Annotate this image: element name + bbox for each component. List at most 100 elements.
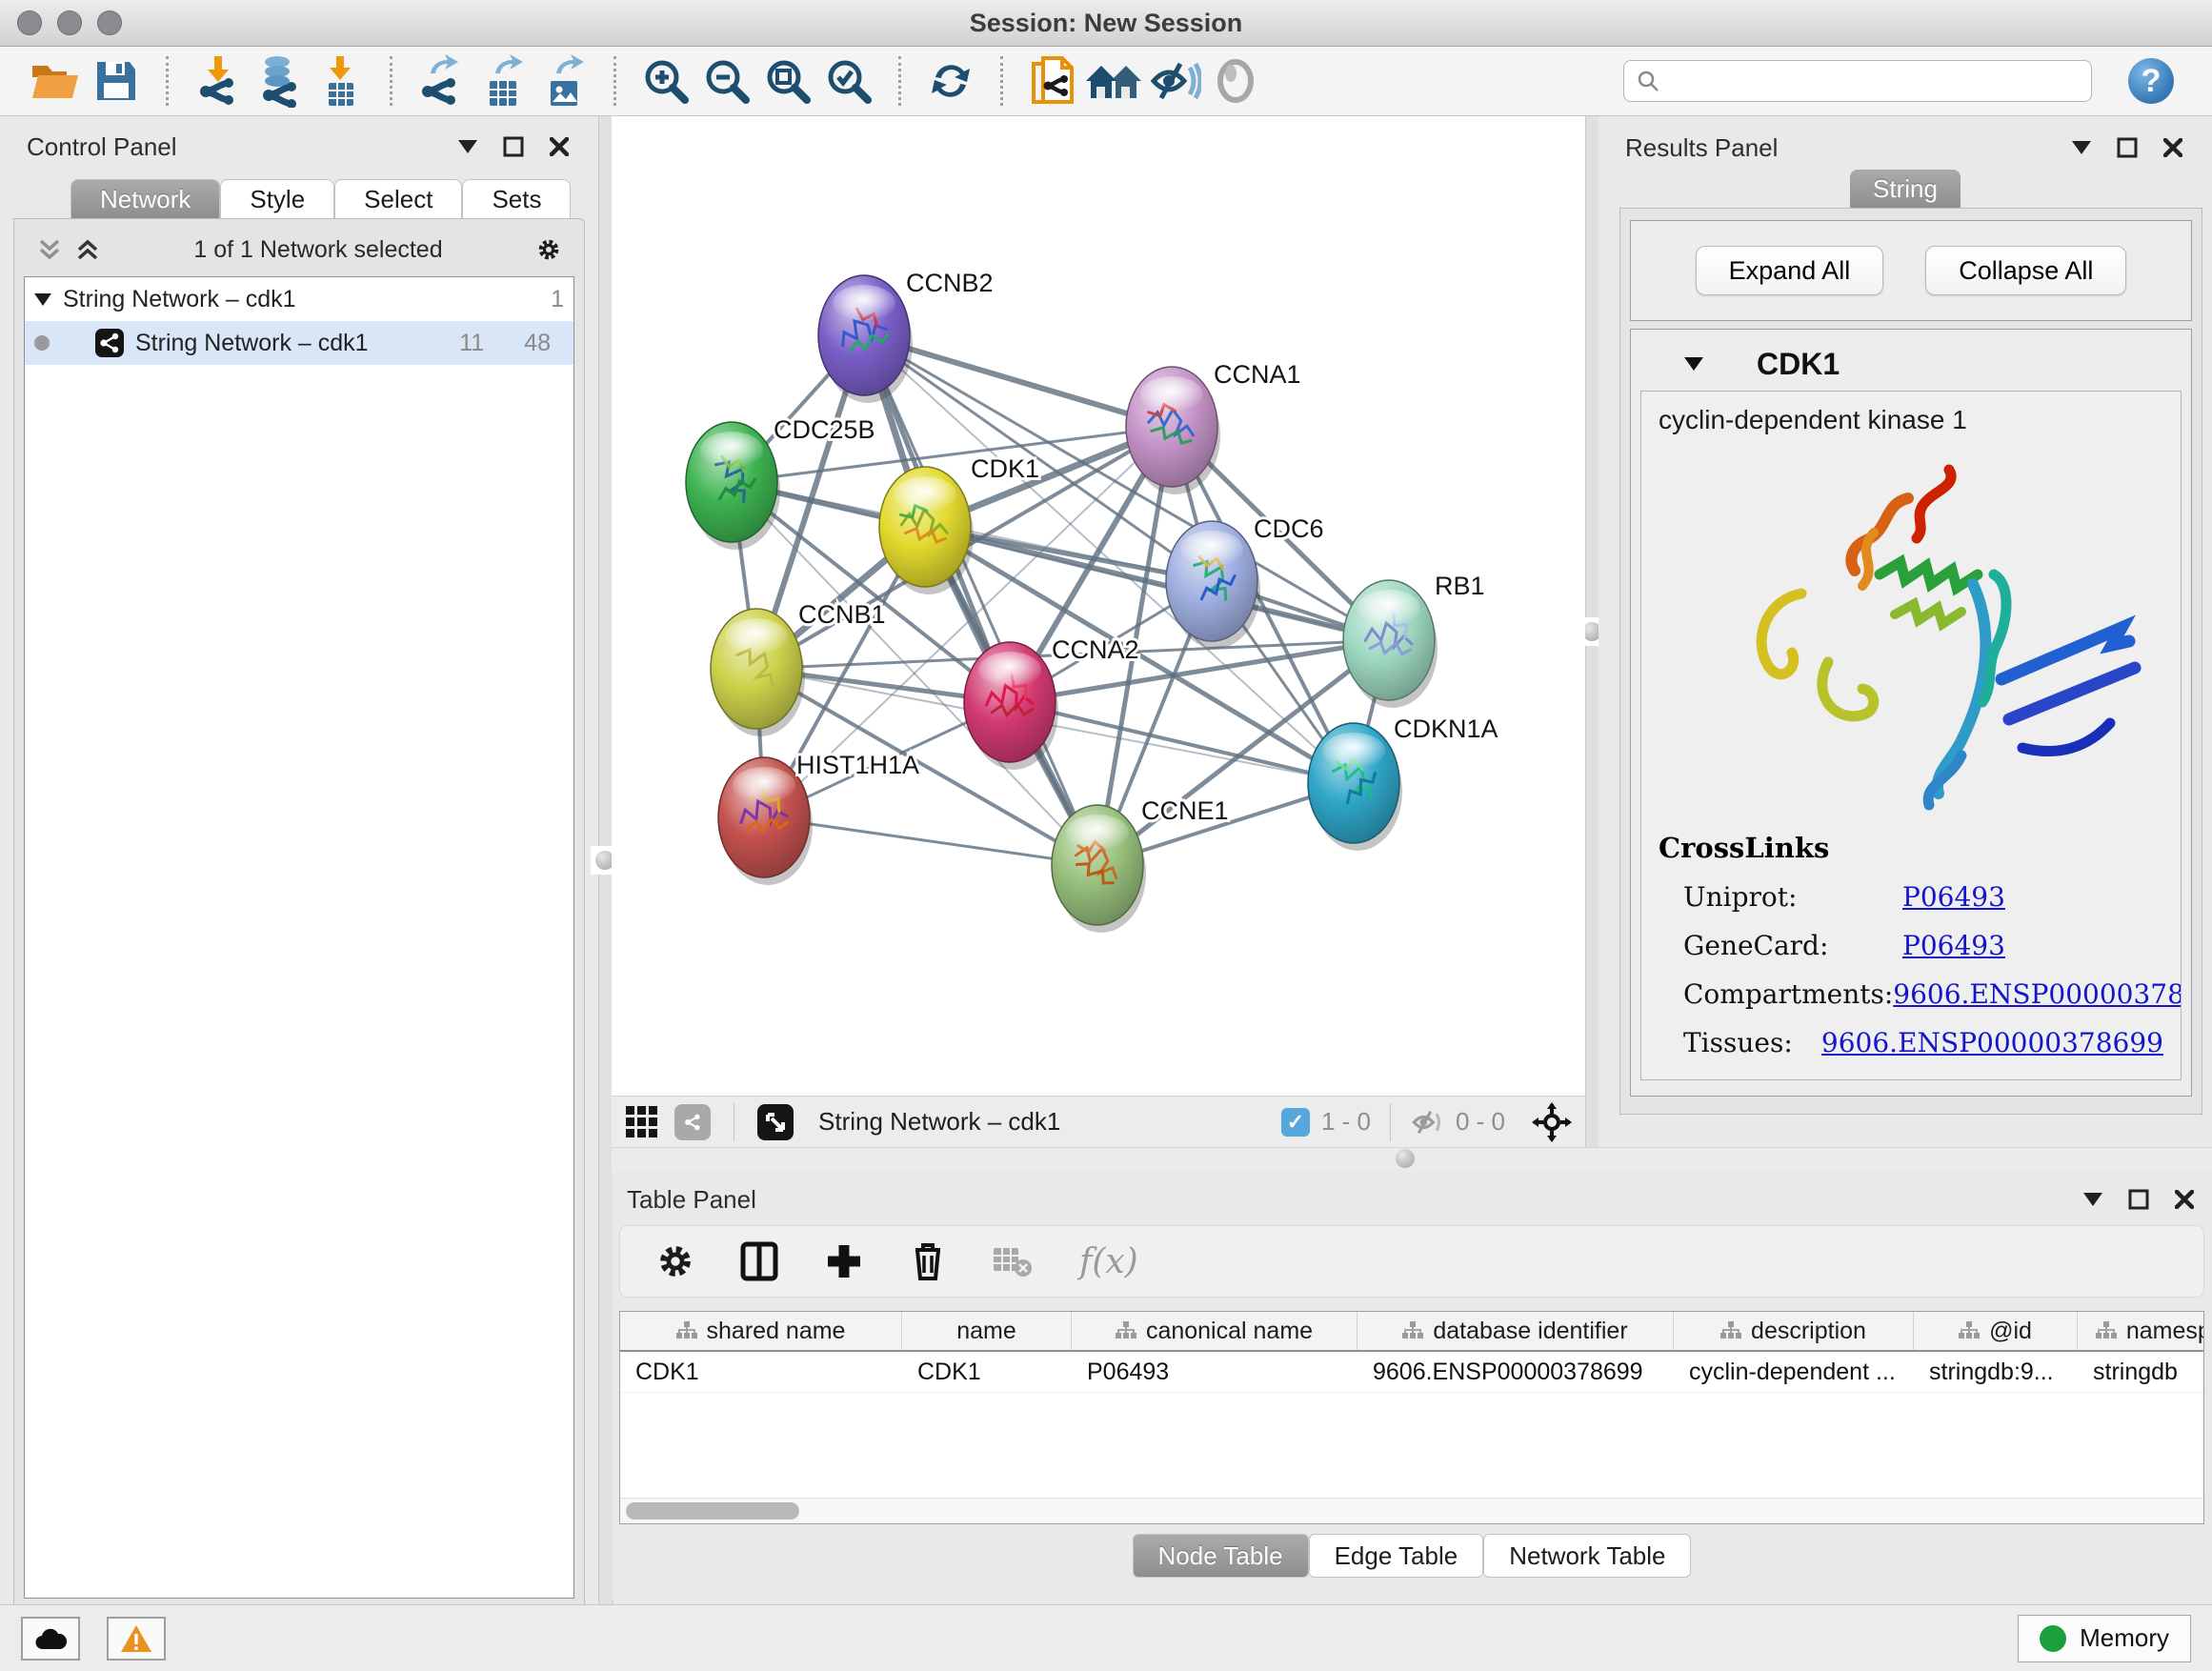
crosslink-link[interactable]: 9606.ENSP00000378699 (1893, 978, 2182, 1010)
column-header[interactable]: namespace (2078, 1312, 2204, 1350)
memory-button[interactable]: Memory (2018, 1615, 2191, 1662)
table-cell[interactable]: 9606.ENSP00000378699 (1357, 1352, 1674, 1392)
column-header[interactable]: name (902, 1312, 1072, 1350)
zoom-out-icon[interactable] (696, 52, 757, 110)
table-cell[interactable]: P06493 (1072, 1352, 1357, 1392)
export-image-icon[interactable] (533, 52, 594, 110)
add-column-icon[interactable] (824, 1241, 864, 1281)
birdseye-grid-icon[interactable] (625, 1105, 659, 1139)
network-node[interactable]: CCNB2 (818, 269, 994, 403)
zoom-in-icon[interactable] (635, 52, 696, 110)
table-cell[interactable]: CDK1 (620, 1352, 902, 1392)
table-cell[interactable]: stringdb (2078, 1352, 2204, 1392)
search-input[interactable] (1670, 67, 2080, 95)
tab-network-table[interactable]: Network Table (1483, 1534, 1691, 1578)
table-cell[interactable]: stringdb:9... (1914, 1352, 2078, 1392)
panel-menu-icon[interactable] (2081, 1187, 2105, 1212)
close-panel-icon[interactable] (2172, 1187, 2197, 1212)
tab-string[interactable]: String (1850, 170, 1961, 208)
float-panel-icon[interactable] (501, 134, 526, 159)
save-session-icon[interactable] (86, 52, 147, 110)
tab-style[interactable]: Style (220, 179, 334, 218)
network-node[interactable]: CCNA2 (964, 635, 1139, 770)
search-box[interactable] (1623, 60, 2092, 102)
export-network-icon[interactable] (412, 52, 473, 110)
network-collection-row[interactable]: String Network – cdk1 1 (25, 277, 573, 321)
zoom-fit-icon[interactable] (757, 52, 818, 110)
float-panel-icon[interactable] (2115, 135, 2140, 160)
tab-node-table[interactable]: Node Table (1133, 1534, 1309, 1578)
crosslink-link[interactable]: P06493 (1902, 881, 2005, 913)
panel-menu-icon[interactable] (2069, 135, 2094, 160)
hide-selected-icon[interactable] (1144, 52, 1205, 110)
import-database-icon[interactable] (249, 52, 310, 110)
collapse-protein-icon[interactable] (1684, 357, 1703, 371)
zoom-selected-icon[interactable] (818, 52, 879, 110)
gear-icon[interactable] (536, 237, 561, 262)
float-panel-icon[interactable] (2126, 1187, 2151, 1212)
expand-all-button[interactable]: Expand All (1696, 246, 1884, 295)
crosslink-link[interactable]: 9606.ENSP00000378699 (1821, 1027, 2163, 1058)
tab-select[interactable]: Select (334, 179, 462, 218)
show-gray-icon[interactable] (1205, 52, 1266, 110)
crosslink-link[interactable]: P06493 (1902, 930, 2005, 961)
close-panel-icon[interactable] (547, 134, 572, 159)
network-node[interactable]: CCNB1 (711, 600, 886, 736)
node-label: CDC25B (774, 415, 875, 444)
network-node[interactable]: CDC25B (686, 415, 875, 550)
pan-crosshair-icon[interactable] (1532, 1102, 1572, 1142)
help-icon[interactable]: ? (2128, 58, 2174, 104)
open-in-window-icon[interactable] (757, 1104, 794, 1140)
hidden-eye-icon[interactable] (1410, 1108, 1444, 1137)
selected-checkbox-icon[interactable]: ✓ (1281, 1108, 1310, 1137)
scrollbar-thumb[interactable] (626, 1502, 799, 1520)
copy-document-icon[interactable] (1022, 52, 1083, 110)
column-header[interactable]: canonical name (1072, 1312, 1357, 1350)
network-node[interactable]: HIST1H1A (718, 751, 919, 885)
network-collection-label: String Network – cdk1 (63, 286, 296, 313)
table-cell[interactable]: cyclin-dependent ... (1674, 1352, 1914, 1392)
export-table-icon[interactable] (473, 52, 533, 110)
import-table-icon[interactable] (310, 52, 371, 110)
table-row[interactable]: CDK1CDK1P064939606.ENSP00000378699cyclin… (620, 1352, 2203, 1393)
import-network-icon[interactable] (188, 52, 249, 110)
panel-menu-icon[interactable] (455, 134, 480, 159)
tab-sets[interactable]: Sets (462, 179, 571, 218)
search-icon (1636, 69, 1660, 93)
tab-edge-table[interactable]: Edge Table (1309, 1534, 1484, 1578)
network-node[interactable]: CDC6 (1166, 514, 1324, 649)
horizontal-scrollbar[interactable] (620, 1498, 2203, 1523)
bottom-splitter-handle[interactable] (1391, 1144, 1419, 1173)
open-session-icon[interactable] (25, 52, 86, 110)
delete-column-icon[interactable] (910, 1240, 946, 1282)
crosslink-link[interactable]: P06493 (1902, 1076, 2005, 1080)
collapse-arrow-icon[interactable] (34, 293, 51, 306)
expand-all-icon[interactable] (75, 237, 100, 262)
warning-button[interactable] (107, 1617, 166, 1661)
refresh-icon[interactable] (920, 52, 981, 110)
collapse-all-icon[interactable] (37, 237, 62, 262)
table-cell[interactable]: CDK1 (902, 1352, 1072, 1392)
network-node[interactable]: CCNA1 (1126, 360, 1301, 494)
tab-network[interactable]: Network (70, 179, 220, 218)
network-row[interactable]: String Network – cdk1 11 48 (25, 321, 573, 365)
column-header[interactable]: description (1674, 1312, 1914, 1350)
close-panel-icon[interactable] (2161, 135, 2185, 160)
crosslink-row: Uniprot:P06493 (1659, 881, 2163, 913)
cloud-button[interactable] (21, 1617, 80, 1661)
column-header[interactable]: @id (1914, 1312, 2078, 1350)
column-header[interactable]: database identifier (1357, 1312, 1674, 1350)
network-canvas[interactable]: CCNB2 CCNA1 CDC25B CDK1 CDC6 RB1 CCNB1 (612, 116, 1585, 1096)
show-columns-icon[interactable] (740, 1241, 778, 1281)
network-node[interactable]: CCNE1 (1052, 796, 1229, 933)
column-type-icon (2096, 1321, 2117, 1340)
table-settings-gear-icon[interactable] (656, 1242, 694, 1280)
network-node[interactable]: CDKN1A (1308, 715, 1498, 851)
column-header[interactable]: shared name (620, 1312, 902, 1350)
network-node[interactable]: CDK1 (879, 454, 1039, 594)
home-icon[interactable] (1083, 52, 1144, 110)
network-view-share-icon[interactable] (674, 1104, 711, 1140)
network-node[interactable]: RB1 (1343, 572, 1485, 708)
collapse-all-button[interactable]: Collapse All (1925, 246, 2126, 295)
column-header-label: description (1751, 1318, 1866, 1345)
